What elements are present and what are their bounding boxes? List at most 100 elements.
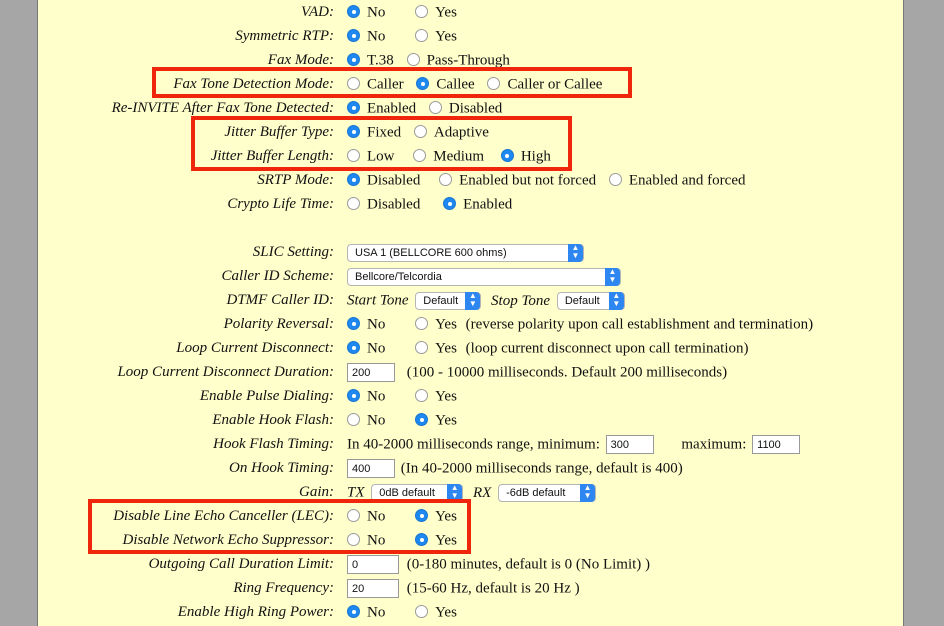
radio-icon[interactable] [415, 389, 429, 403]
radio-selected-icon[interactable] [347, 53, 360, 67]
srtp-enabled-forced-option[interactable]: Enabled and forced [608, 168, 745, 193]
radio-selected-icon[interactable] [347, 101, 360, 115]
radio-icon[interactable] [415, 341, 429, 355]
crypto-disabled-option[interactable]: Disabled [347, 192, 420, 217]
crypto-label: Crypto Life Time: [227, 196, 334, 212]
row-outgoing-call-limit: Outgoing Call Duration Limit: 0 (0-180 m… [0, 552, 944, 576]
row-crypto-life-time: Crypto Life Time: Disabled Enabled [0, 192, 944, 216]
pulse-yes-option[interactable]: Yes [415, 384, 457, 409]
select-arrows-icon: ▲ ▼ [580, 483, 596, 502]
highring-label: Enable High Ring Power: [177, 604, 334, 620]
radio-icon[interactable] [415, 317, 429, 331]
highlight-echo-box [88, 499, 471, 554]
row-srtp-mode: SRTP Mode: Disabled Enabled but not forc… [0, 168, 944, 192]
radio-selected-icon[interactable] [347, 173, 360, 187]
loop-duration-label: Loop Current Disconnect Duration: [117, 364, 334, 380]
hookflash-yes-option[interactable]: Yes [415, 408, 457, 433]
outlimit-label: Outgoing Call Duration Limit: [148, 556, 334, 572]
radio-selected-icon[interactable] [347, 5, 360, 19]
row-symmetric-rtp: Symmetric RTP: No Yes [0, 24, 944, 48]
radio-selected-icon[interactable] [347, 317, 360, 331]
radio-selected-icon[interactable] [347, 341, 360, 355]
srtp-disabled-option[interactable]: Disabled [347, 168, 420, 193]
row-loop-current-disconnect: Loop Current Disconnect: No Yes (loop cu… [0, 336, 944, 360]
select-arrows-icon: ▲ ▼ [465, 291, 481, 310]
radio-selected-icon[interactable] [415, 413, 429, 427]
row-vad: VAD: No Yes [0, 0, 944, 24]
row-caller-id-scheme: Caller ID Scheme: Bellcore/Telcordia ▲ ▼ [0, 264, 944, 288]
hookflash-label: Enable Hook Flash: [212, 412, 334, 428]
hf-timing-prefix: In 40-2000 milliseconds range, minimum: [347, 436, 600, 453]
outlimit-input[interactable]: 0 [347, 555, 399, 575]
highlight-jitter-buffer-box [191, 116, 572, 171]
radio-icon[interactable] [415, 605, 429, 619]
row-loop-disconnect-duration: Loop Current Disconnect Duration: 200 (1… [0, 360, 944, 384]
row-pulse-dialing: Enable Pulse Dialing: No Yes [0, 384, 944, 408]
row-high-ring-power: Enable High Ring Power: No Yes [0, 600, 944, 624]
crypto-enabled-option[interactable]: Enabled [443, 192, 512, 217]
symmetric-rtp-yes-option[interactable]: Yes [415, 24, 457, 49]
symmetric-rtp-no-option[interactable]: No [347, 24, 385, 49]
radio-icon[interactable] [347, 197, 360, 211]
radio-selected-icon[interactable] [347, 29, 360, 43]
vad-label: VAD: [300, 4, 334, 20]
onhook-label: On Hook Timing: [229, 460, 334, 476]
radio-selected-icon[interactable] [347, 389, 360, 403]
hf-max-input[interactable]: 1100 [752, 435, 801, 455]
hf-min-input[interactable]: 300 [605, 435, 654, 455]
slic-label: SLIC Setting: [252, 244, 334, 260]
symmetric-rtp-label: Symmetric RTP: [235, 28, 334, 44]
highring-yes-option[interactable]: Yes [415, 600, 457, 625]
hookflash-no-option[interactable]: No [347, 408, 385, 433]
highring-no-option[interactable]: No [347, 600, 385, 625]
row-hook-flash: Enable Hook Flash: No Yes [0, 408, 944, 432]
radio-icon[interactable] [439, 173, 453, 187]
srtp-enabled-not-forced-option[interactable]: Enabled but not forced [439, 168, 596, 193]
outlimit-note: (0-180 minutes, default is 0 (No Limit) … [406, 556, 651, 573]
highlight-fax-tone-box [152, 67, 632, 98]
row-slic-setting: SLIC Setting: USA 1 (BELLCORE 600 ohms) ▲… [0, 240, 944, 264]
polarity-no-option[interactable]: No [347, 312, 385, 337]
radio-icon[interactable] [406, 53, 420, 67]
ringfreq-note: (15-60 Hz, default is 20 Hz ) [406, 580, 580, 597]
radio-icon[interactable] [347, 413, 360, 427]
caller-id-label: Caller ID Scheme: [221, 268, 334, 284]
select-arrows-icon: ▲ ▼ [605, 267, 620, 286]
select-arrows-icon: ▲ ▼ [568, 243, 583, 262]
radio-icon[interactable] [428, 101, 442, 115]
slic-select[interactable]: USA 1 (BELLCORE 600 ohms) ▲ ▼ [347, 243, 584, 262]
radio-icon[interactable] [608, 173, 622, 187]
radio-selected-icon[interactable] [443, 197, 457, 211]
caller-id-select[interactable]: Bellcore/Telcordia ▲ ▼ [347, 267, 621, 286]
rx-gain-select[interactable]: -6dB default ▲ ▼ [498, 483, 597, 502]
rx-label: RX [473, 484, 492, 501]
loop-duration-input[interactable]: 200 [347, 363, 395, 383]
row-hook-flash-timing: Hook Flash Timing: In 40-2000 millisecon… [0, 432, 944, 456]
dtmf-label: DTMF Caller ID: [226, 292, 335, 308]
vad-yes-option[interactable]: Yes [415, 0, 457, 25]
stop-tone-select[interactable]: Default ▲ ▼ [556, 291, 625, 310]
vad-no-option[interactable]: No [347, 0, 385, 25]
onhook-input[interactable]: 400 [347, 459, 395, 479]
radio-selected-icon[interactable] [347, 605, 360, 619]
start-tone-select[interactable]: Default ▲ ▼ [415, 291, 482, 310]
ringfreq-input[interactable]: 20 [347, 579, 399, 599]
ringfreq-label: Ring Frequency: [233, 580, 334, 596]
row-dtmf-caller-id: DTMF Caller ID: Start Tone Default ▲ ▼ Sto… [0, 288, 944, 312]
loop-disconnect-label: Loop Current Disconnect: [176, 340, 334, 356]
stop-tone-label: Stop Tone [491, 292, 551, 309]
row-ring-frequency: Ring Frequency: 20 (15-60 Hz, default is… [0, 576, 944, 600]
loop-disconnect-note: (loop current disconnect upon call termi… [465, 340, 749, 357]
srtp-mode-label: SRTP Mode: [257, 172, 334, 188]
pulse-label: Enable Pulse Dialing: [199, 388, 334, 404]
polarity-note: (reverse polarity upon call establishmen… [465, 316, 814, 333]
loop-disconnect-no-option[interactable]: No [347, 336, 385, 361]
polarity-yes-option[interactable]: Yes [415, 312, 457, 337]
radio-icon[interactable] [415, 5, 429, 19]
pulse-no-option[interactable]: No [347, 384, 385, 409]
radio-icon[interactable] [415, 29, 429, 43]
row-polarity-reversal: Polarity Reversal: No Yes (reverse polar… [0, 312, 944, 336]
loop-disconnect-yes-option[interactable]: Yes [415, 336, 457, 361]
onhook-note: (In 40-2000 milliseconds range, default … [400, 460, 683, 477]
hf-timing-label: Hook Flash Timing: [213, 436, 334, 452]
